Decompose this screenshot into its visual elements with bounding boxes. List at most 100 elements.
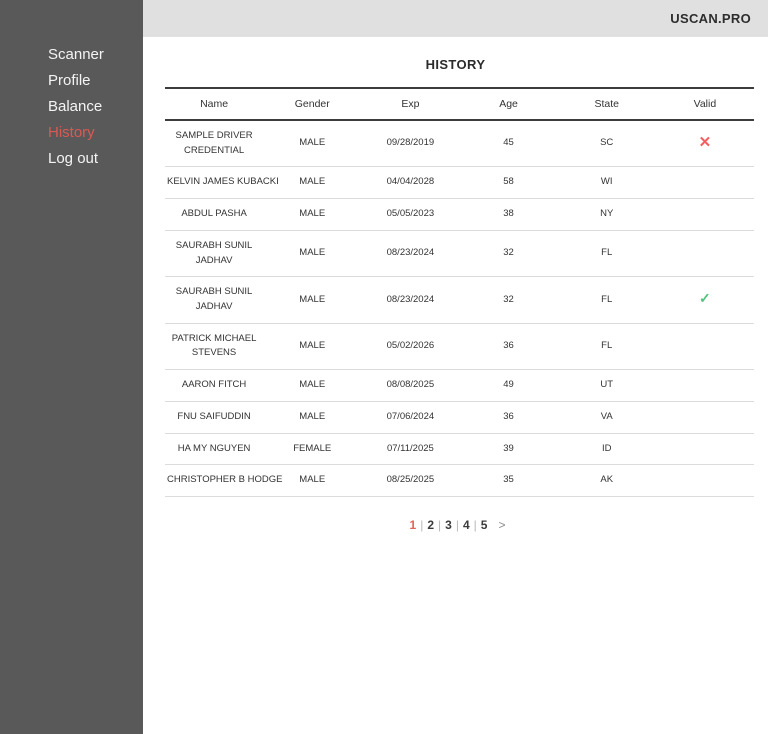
- cell-state: FL: [557, 230, 656, 278]
- page-separator: |: [473, 518, 477, 533]
- page-button-3[interactable]: 3: [445, 518, 452, 532]
- cell-gender: MALE: [263, 230, 362, 278]
- sidebar-item-history[interactable]: History: [0, 122, 143, 148]
- cell-name: KELVIN JAMES KUBACKI: [165, 166, 279, 200]
- sidebar-nav: Scanner Profile Balance History Log out: [0, 0, 143, 174]
- cell-exp: 05/02/2026: [361, 323, 460, 371]
- top-header: USCAN.PRO: [143, 0, 768, 37]
- cell-name: SAMPLE DRIVER CREDENTIAL: [165, 120, 264, 168]
- cell-state: ID: [557, 433, 656, 466]
- cell-age: 32: [459, 230, 558, 278]
- column-header-exp: Exp: [361, 88, 460, 121]
- cell-age: 36: [459, 401, 558, 434]
- table-row: CHRISTOPHER B HODGE MALE 08/25/2025 35 AK: [165, 464, 754, 498]
- cell-exp: 08/23/2024: [361, 276, 460, 324]
- cell-age: 36: [459, 323, 558, 371]
- cell-age: 45: [459, 120, 558, 168]
- table-row: HA MY NGUYEN FEMALE 07/11/2025 39 ID: [165, 433, 754, 466]
- cell-name: PATRICK MICHAEL STEVENS: [165, 323, 264, 371]
- brand-logo: USCAN.PRO: [670, 11, 751, 26]
- cell-exp: 07/06/2024: [361, 401, 460, 434]
- cell-valid: [655, 464, 754, 498]
- cell-state: FL: [557, 276, 656, 324]
- cell-gender: MALE: [263, 401, 362, 434]
- page-button-5[interactable]: 5: [481, 518, 488, 532]
- cell-age: 49: [459, 369, 558, 402]
- column-header-state: State: [557, 88, 656, 121]
- cell-state: WI: [557, 166, 656, 200]
- cell-exp: 09/28/2019: [361, 120, 460, 168]
- cell-exp: 08/08/2025: [361, 369, 460, 402]
- history-table: Name Gender Exp Age State Valid SAMPLE DRIVER…: [165, 87, 754, 498]
- cell-gender: MALE: [263, 369, 362, 402]
- sidebar-item-profile[interactable]: Profile: [0, 70, 143, 96]
- cell-gender: MALE: [263, 323, 362, 371]
- cell-state: VA: [557, 401, 656, 434]
- table-row: SAURABH SUNIL JADHAV MALE 08/23/2024 32 FL: [165, 230, 754, 278]
- table-row: SAMPLE DRIVER CREDENTIAL MALE 09/28/2019 45…: [165, 120, 754, 168]
- cell-valid: ✕: [655, 120, 754, 168]
- table-row: AARON FITCH MALE 08/08/2025 49 UT: [165, 369, 754, 402]
- cell-gender: FEMALE: [263, 433, 362, 466]
- page-separator: |: [420, 518, 424, 533]
- cell-valid: [655, 401, 754, 434]
- history-table-wrap: Name Gender Exp Age State Valid SAMPLE DRIVER…: [165, 87, 754, 498]
- cell-age: 38: [459, 198, 558, 231]
- cell-state: NY: [557, 198, 656, 231]
- cell-name: CHRISTOPHER B HODGE: [165, 464, 282, 498]
- cell-valid: [655, 198, 754, 231]
- cell-gender: MALE: [263, 198, 362, 231]
- cell-name: HA MY NGUYEN: [165, 433, 264, 466]
- pagination: 1 | 2 | 3 | 4 | 5 >: [143, 518, 768, 532]
- sidebar-item-log-out[interactable]: Log out: [0, 148, 143, 174]
- cell-exp: 08/25/2025: [361, 464, 460, 498]
- cell-exp: 04/04/2028: [361, 166, 460, 200]
- table-row: ABDUL PASHA MALE 05/05/2023 38 NY: [165, 198, 754, 231]
- cell-valid: [655, 433, 754, 466]
- sidebar: Scanner Profile Balance History Log out: [0, 0, 143, 734]
- table-row: SAURABH SUNIL JADHAV MALE 08/23/2024 32 FL ✓: [165, 276, 754, 324]
- cell-name: AARON FITCH: [165, 369, 264, 402]
- cell-exp: 05/05/2023: [361, 198, 460, 231]
- cell-valid: ✓: [655, 276, 754, 324]
- cell-exp: 08/23/2024: [361, 230, 460, 278]
- cell-age: 35: [459, 464, 558, 498]
- main-content: HISTORY Name Gender Exp Age State Valid SAMPL…: [143, 37, 768, 734]
- column-header-age: Age: [459, 88, 558, 121]
- cell-state: UT: [557, 369, 656, 402]
- page-button-2[interactable]: 2: [427, 518, 434, 532]
- sidebar-item-balance[interactable]: Balance: [0, 96, 143, 122]
- cell-age: 58: [459, 166, 558, 200]
- cell-name: SAURABH SUNIL JADHAV: [165, 230, 264, 278]
- column-header-gender: Gender: [263, 88, 362, 121]
- table-header-row: Name Gender Exp Age State Valid: [165, 88, 754, 121]
- table-row: KELVIN JAMES KUBACKI MALE 04/04/2028 58 WI: [165, 166, 754, 200]
- cell-state: FL: [557, 323, 656, 371]
- valid-check-icon: ✓: [699, 290, 711, 307]
- table-row: PATRICK MICHAEL STEVENS MALE 05/02/2026 36 F…: [165, 323, 754, 371]
- cell-valid: [655, 369, 754, 402]
- cell-name: ABDUL PASHA: [165, 198, 264, 231]
- invalid-x-icon: ✕: [698, 133, 712, 151]
- page-button-4[interactable]: 4: [463, 518, 470, 532]
- cell-gender: MALE: [263, 276, 362, 324]
- cell-exp: 07/11/2025: [361, 433, 460, 466]
- cell-state: SC: [557, 120, 656, 168]
- cell-name: FNU SAIFUDDIN: [165, 401, 264, 434]
- cell-name: SAURABH SUNIL JADHAV: [165, 276, 264, 324]
- cell-gender: MALE: [263, 120, 362, 168]
- page-separator: |: [455, 518, 459, 533]
- cell-valid: [655, 166, 754, 200]
- sidebar-item-scanner[interactable]: Scanner: [0, 44, 143, 70]
- cell-age: 39: [459, 433, 558, 466]
- column-header-valid: Valid: [655, 88, 754, 121]
- cell-state: AK: [557, 464, 656, 498]
- cell-valid: [655, 230, 754, 278]
- page-title: HISTORY: [425, 57, 486, 72]
- cell-valid: [655, 323, 754, 371]
- next-page-button[interactable]: >: [498, 518, 505, 532]
- page-separator: |: [438, 518, 442, 533]
- column-header-name: Name: [165, 88, 264, 121]
- page-button-1[interactable]: 1: [410, 518, 417, 532]
- cell-age: 32: [459, 276, 558, 324]
